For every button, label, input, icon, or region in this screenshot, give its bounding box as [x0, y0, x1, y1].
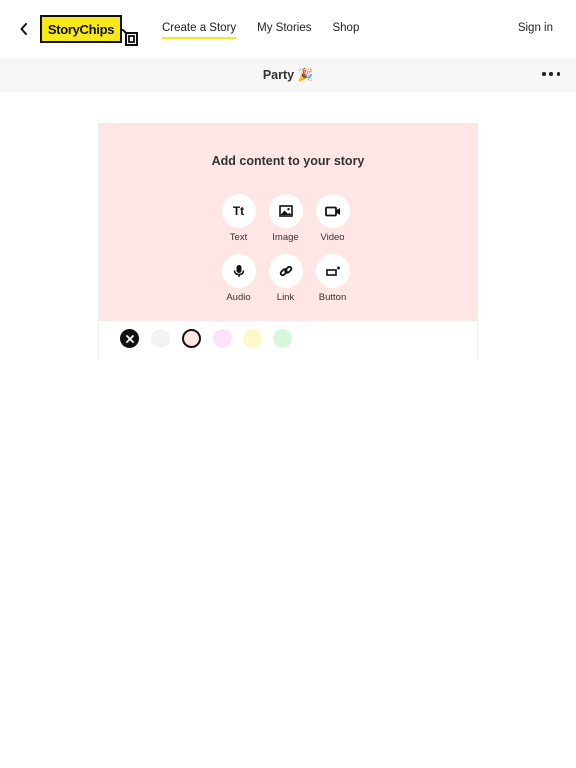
- clear-color-button[interactable]: [120, 329, 139, 348]
- video-icon: [324, 206, 340, 216]
- background-color-picker: [99, 321, 477, 359]
- back-button[interactable]: [14, 19, 34, 39]
- story-chip-card: Add content to your story Tt Text Image: [98, 123, 478, 359]
- logo-chip-icon: [122, 29, 138, 46]
- storychips-logo[interactable]: StoryChips: [40, 15, 138, 49]
- logo-box: StoryChips: [40, 15, 122, 43]
- party-emoji-icon: 🎉: [297, 68, 314, 82]
- add-image-button[interactable]: Image: [262, 194, 309, 243]
- sign-in-link[interactable]: Sign in: [518, 22, 553, 34]
- tool-label: Button: [318, 292, 347, 303]
- nav-shop[interactable]: Shop: [332, 22, 359, 39]
- microphone-icon: [233, 265, 244, 277]
- dot-icon: [542, 72, 546, 76]
- top-header: StoryChips Create a Story My Stories Sho…: [0, 0, 576, 58]
- tool-label: Video: [320, 232, 345, 243]
- nav-my-stories[interactable]: My Stories: [257, 22, 311, 39]
- add-video-button[interactable]: Video: [309, 194, 356, 243]
- color-swatch-light-gray[interactable]: [151, 329, 170, 348]
- dot-icon: [556, 72, 560, 76]
- color-swatch-lilac[interactable]: [213, 329, 232, 348]
- logo-text: StoryChips: [47, 21, 115, 37]
- story-title-bar: Party 🎉: [0, 58, 576, 92]
- content-panel: Add content to your story Tt Text Image: [99, 124, 477, 321]
- content-tool-grid: Tt Text Image Video Audio Link Button: [215, 194, 363, 303]
- tool-label: Link: [276, 292, 295, 303]
- dot-icon: [549, 72, 553, 76]
- text-icon: Tt: [221, 194, 256, 228]
- story-title[interactable]: Party 🎉: [0, 68, 576, 83]
- tool-label: Text: [229, 232, 248, 243]
- add-button-button[interactable]: Button: [309, 254, 356, 303]
- tool-label: Image: [272, 232, 299, 243]
- add-audio-button[interactable]: Audio: [215, 254, 262, 303]
- color-swatch-mint[interactable]: [273, 329, 292, 348]
- add-link-button[interactable]: Link: [262, 254, 309, 303]
- more-options-button[interactable]: [542, 68, 560, 80]
- main-nav: Create a Story My Stories Shop: [162, 22, 359, 39]
- image-icon: [278, 205, 293, 217]
- chevron-left-icon: [20, 23, 27, 35]
- nav-create-story[interactable]: Create a Story: [162, 22, 237, 39]
- color-swatch-yellow[interactable]: [243, 329, 262, 348]
- link-icon: [279, 265, 292, 277]
- close-icon: [125, 334, 134, 343]
- add-text-button[interactable]: Tt Text: [215, 194, 262, 243]
- button-icon: [325, 266, 340, 276]
- color-swatch-pink[interactable]: [182, 329, 201, 348]
- tool-label: Audio: [226, 292, 251, 303]
- story-title-text: Party: [262, 68, 295, 82]
- add-content-heading: Add content to your story: [211, 154, 365, 168]
